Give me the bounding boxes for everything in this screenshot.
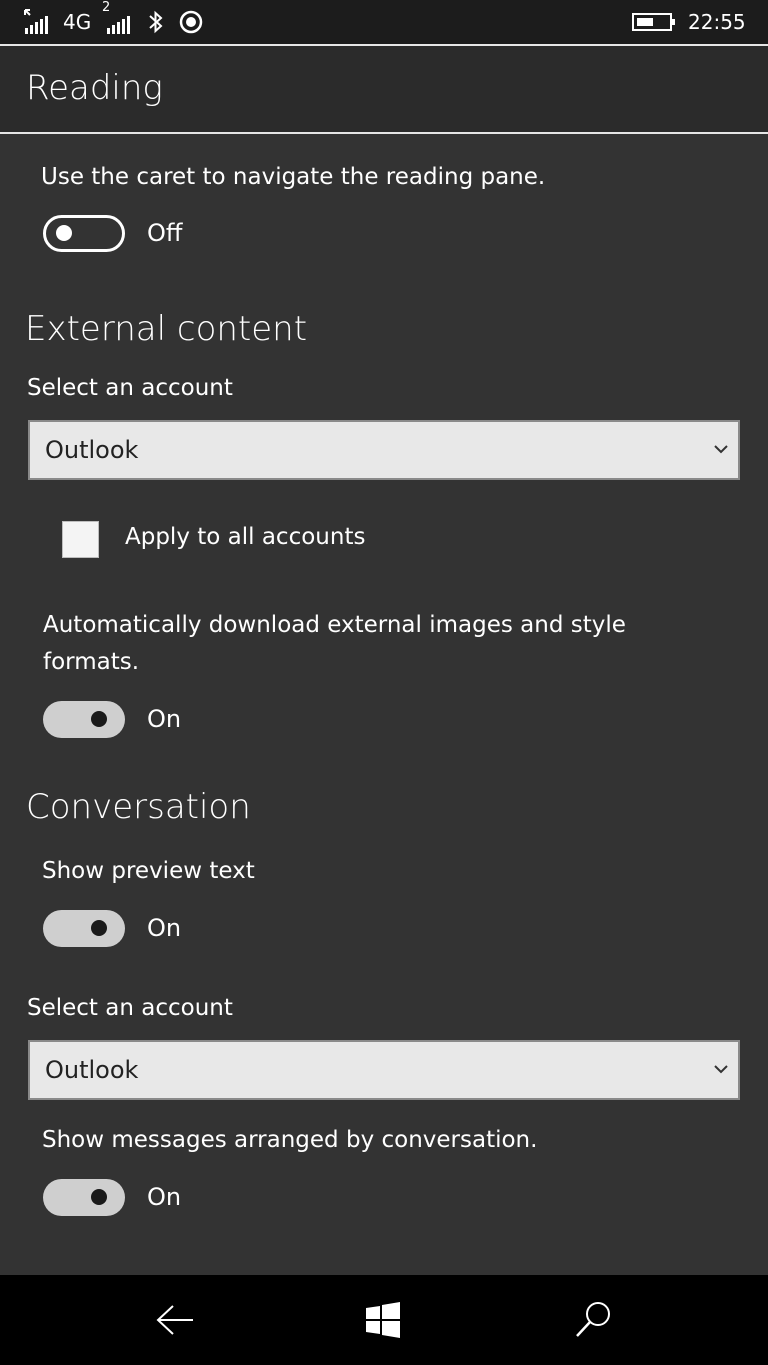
bluetooth-icon — [148, 0, 164, 44]
external-account-dropdown[interactable]: Outlook — [28, 420, 740, 480]
toggle-knob — [91, 920, 107, 936]
status-bar: 4G 2 22:55 — [0, 0, 768, 46]
download-toggle[interactable] — [43, 701, 125, 738]
toggle-knob — [91, 711, 107, 727]
chevron-down-icon — [714, 1065, 728, 1074]
cellular-signal-icon — [106, 0, 134, 44]
page-header: Reading — [0, 46, 768, 134]
clock: 22:55 — [688, 10, 746, 34]
location-icon — [178, 0, 204, 44]
home-button[interactable] — [358, 1295, 408, 1345]
conversation-select-account-label: Select an account — [27, 995, 233, 1021]
download-toggle-state: On — [147, 705, 182, 733]
caret-toggle[interactable] — [43, 215, 125, 252]
back-button[interactable] — [150, 1295, 200, 1345]
toggle-knob — [56, 225, 72, 241]
windows-logo-icon — [366, 1302, 400, 1338]
external-select-account-label: Select an account — [27, 375, 233, 401]
conversation-account-dropdown[interactable]: Outlook — [28, 1040, 740, 1100]
search-icon — [576, 1302, 610, 1337]
apply-all-accounts-label: Apply to all accounts — [125, 524, 366, 550]
preview-text-toggle[interactable] — [43, 910, 125, 947]
preview-text-toggle-state: On — [147, 914, 182, 942]
network-type: 4G — [63, 10, 92, 34]
external-content-heading: External content — [25, 309, 308, 349]
caret-toggle-state: Off — [147, 219, 183, 247]
conversation-account-value: Outlook — [45, 1056, 139, 1084]
download-setting-label-line2: formats. — [43, 649, 140, 675]
arranged-by-conversation-toggle[interactable] — [43, 1179, 125, 1216]
conversation-heading: Conversation — [26, 787, 251, 827]
navigation-bar — [0, 1275, 768, 1365]
external-account-value: Outlook — [45, 436, 139, 464]
caret-setting-label: Use the caret to navigate the reading pa… — [41, 164, 546, 190]
preview-text-label: Show preview text — [42, 858, 255, 884]
arranged-by-conversation-label: Show messages arranged by conversation. — [42, 1127, 538, 1153]
cellular-signal-icon — [22, 0, 52, 44]
toggle-knob — [91, 1189, 107, 1205]
battery-icon — [632, 0, 676, 44]
download-setting-label-line1: Automatically download external images a… — [43, 612, 626, 638]
back-arrow-icon — [156, 1305, 193, 1335]
search-button[interactable] — [568, 1295, 618, 1345]
page-title: Reading — [26, 68, 163, 108]
apply-all-accounts-checkbox[interactable] — [62, 521, 99, 558]
chevron-down-icon — [714, 445, 728, 454]
arranged-toggle-state: On — [147, 1183, 182, 1211]
